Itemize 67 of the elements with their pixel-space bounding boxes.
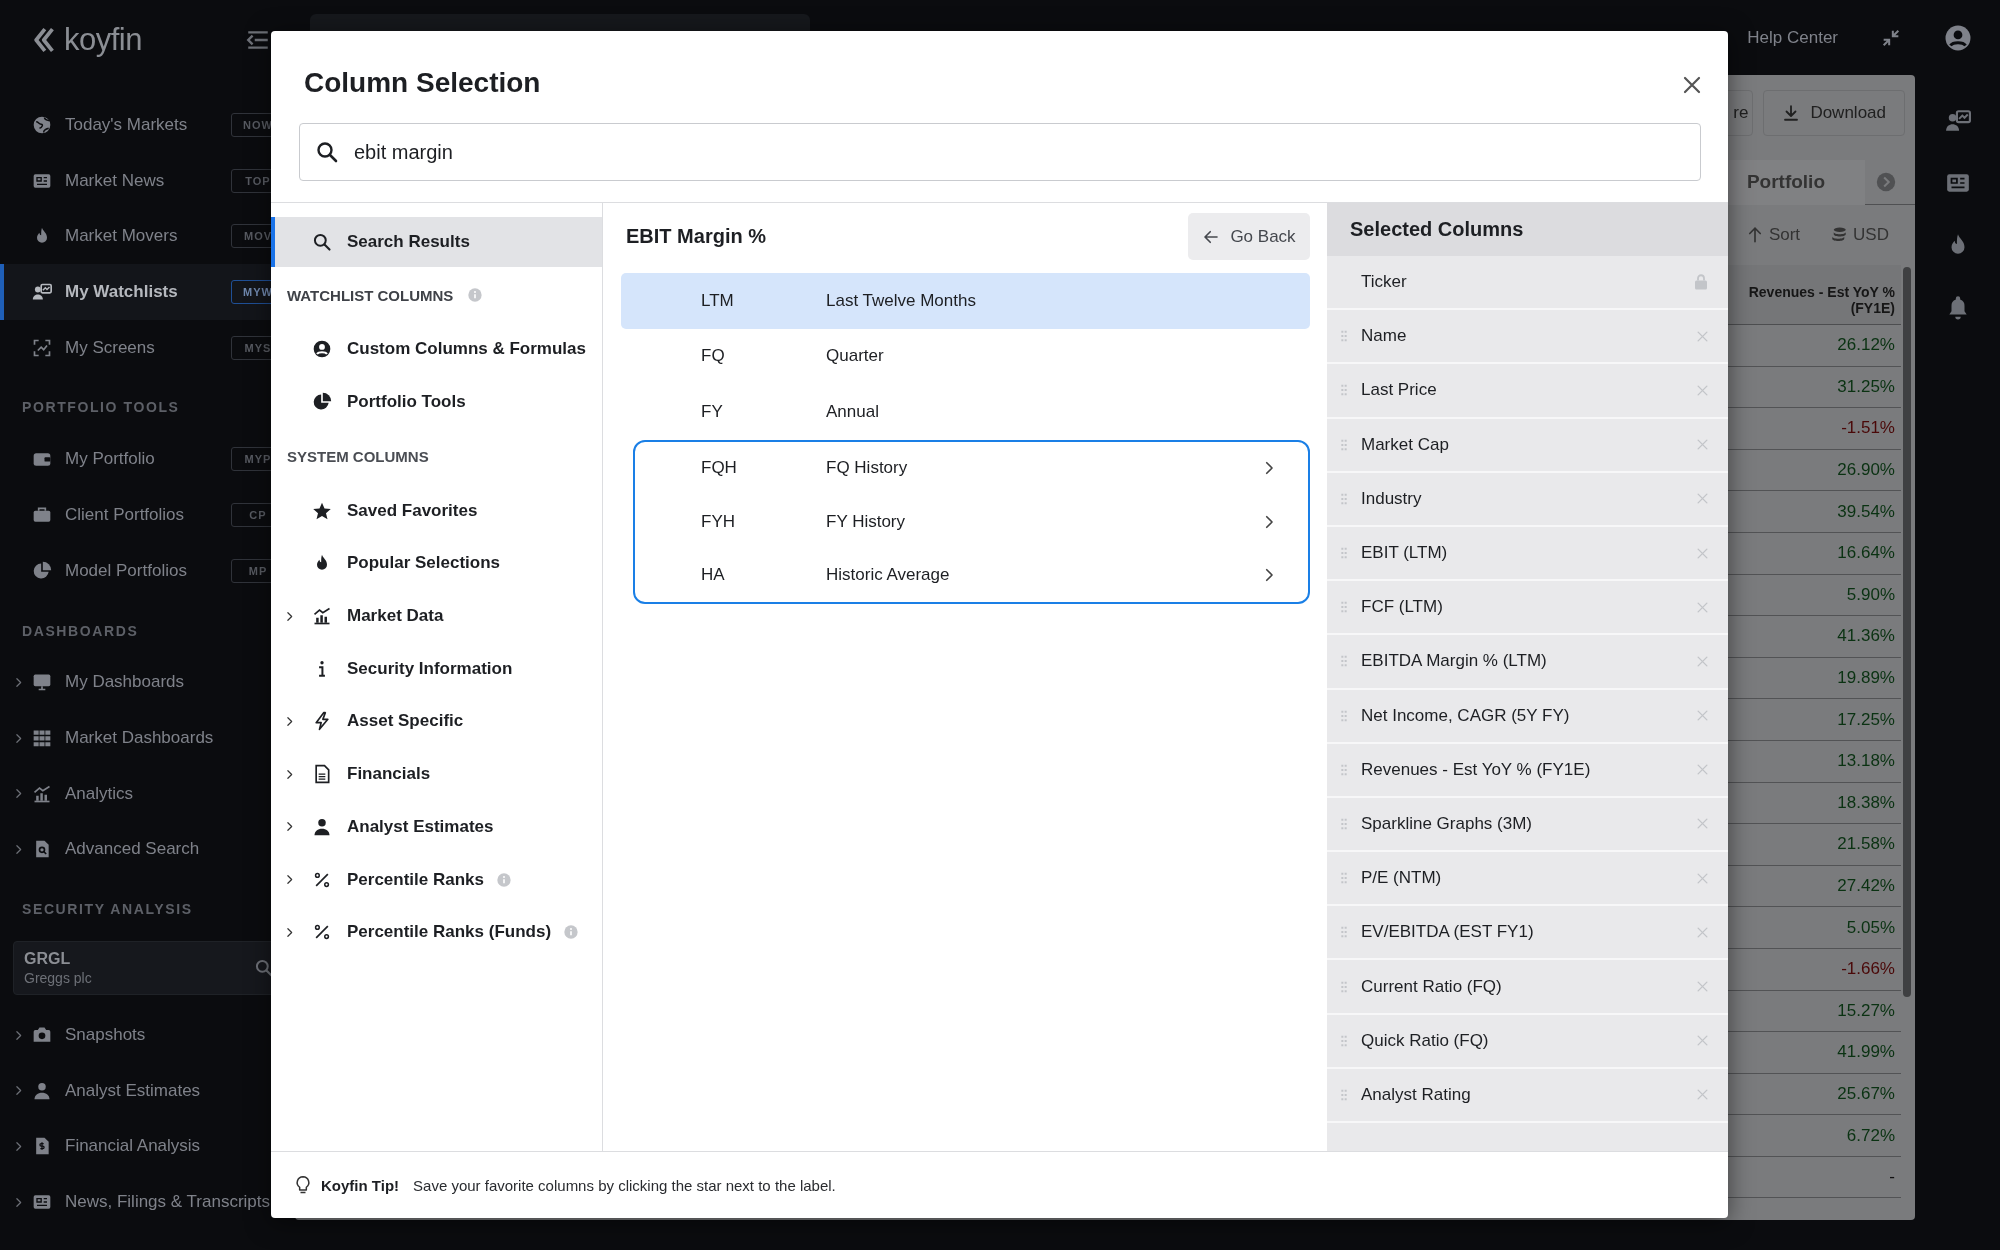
selected-column-item[interactable]: Industry [1327,472,1728,527]
table-cell: 5.90% [1846,584,1895,605]
period-option[interactable]: FYH FY History [635,495,1308,549]
tip-text: Save your favorite columns by clicking the star next to the label. [413,1176,836,1194]
section-heading: SYSTEM COLUMNS [287,447,429,465]
metric-title: EBIT Margin % [626,225,766,248]
category-item[interactable]: Market Data [271,589,602,643]
company-name: Greggs plc [24,970,92,987]
selected-column-item[interactable]: Ticker [1327,256,1728,311]
tip-title: Koyfin Tip! [321,1176,400,1194]
table-cell: 27.42% [1837,876,1895,896]
period-option[interactable]: LTM Last Twelve Months [621,273,1310,329]
search-field[interactable]: ebit margin [299,123,1701,181]
section-heading: PORTFOLIO TOOLS [21,398,181,418]
selected-columns-heading: Selected Columns [1327,203,1728,256]
selected-column-item[interactable]: Net Income, CAGR (5Y FY) [1327,689,1728,744]
table-cell: 6.72% [1846,1125,1895,1146]
selected-column-item[interactable]: Analyst Rating [1327,1068,1728,1123]
table-cell: 15.27% [1837,1000,1895,1021]
sidebar-item[interactable]: Analyst Estimates [0,1062,285,1119]
section-heading: WATCHLIST COLUMNS [287,286,455,304]
selected-column-item[interactable]: FCF (LTM) [1327,581,1728,636]
table-cell: 41.99% [1837,1042,1895,1063]
selected-column-item[interactable]: EV/EBITDA (EST FY1) [1327,906,1728,961]
table-cell: 31.25% [1837,376,1895,397]
selected-column-item[interactable]: EBITDA Margin % (LTM) [1327,635,1728,690]
sidebar-item[interactable]: News, Filings & Transcripts [0,1174,285,1230]
table-cell: 25.67% [1837,1084,1895,1104]
table-cell: 13.18% [1837,751,1895,772]
category-item[interactable]: Portfolio Tools [271,375,602,429]
table-cell: 26.12% [1837,335,1895,356]
period-option[interactable]: FQ Quarter [621,328,1310,384]
logo[interactable]: koyfin [64,22,142,58]
table-cell: 5.05% [1846,917,1895,938]
help-center-link[interactable]: Help Center [1747,27,1838,48]
period-option[interactable]: HA Historic Average [635,548,1308,602]
sidebar-item[interactable]: Snapshots [0,1007,285,1063]
table-cell: -1.51% [1841,418,1895,439]
table-cell: - [1889,1167,1895,1188]
sidebar-item[interactable]: Financial Analysis [0,1118,285,1175]
table-cell: 41.36% [1837,626,1895,647]
selected-column-item[interactable]: Revenues - Est YoY % (FY1E) [1327,743,1728,798]
table-cell: 16.64% [1837,543,1895,564]
table-cell: 17.25% [1837,709,1895,730]
selected-column-item[interactable]: Name [1327,310,1728,365]
table-cell: 19.89% [1837,668,1895,689]
dialog-title: Column Selection [304,66,541,100]
period-option[interactable]: FY Annual [621,384,1310,440]
table-cell: 39.54% [1837,501,1895,522]
table-cell: 26.90% [1837,460,1895,481]
period-option[interactable]: FQH FQ History [635,441,1308,495]
selected-column-item[interactable]: Sparkline Graphs (3M) [1327,797,1728,853]
table-cell: -1.66% [1841,959,1895,980]
selected-column-item[interactable]: Last Price [1327,364,1728,419]
section-heading: SECURITY ANALYSIS [21,900,194,920]
download-button[interactable]: Download [1763,89,1905,136]
selected-column-item[interactable]: Quick Ratio (FQ) [1327,1014,1728,1069]
ticker-symbol: GRGL [24,950,72,969]
section-heading: DASHBOARDS [21,621,140,641]
selected-column-item[interactable]: Market Cap [1327,418,1728,473]
selected-column-item[interactable]: EBIT (LTM) [1327,526,1728,582]
selected-column-item[interactable]: P/E (NTM) [1327,852,1728,907]
table-cell: 18.38% [1837,792,1895,813]
go-back-button[interactable]: Go Back [1188,213,1310,260]
selected-column-item[interactable]: Current Ratio (FQ) [1327,960,1728,1015]
table-cell: 21.58% [1837,834,1895,855]
search-results-item[interactable]: Search Results [271,217,602,267]
